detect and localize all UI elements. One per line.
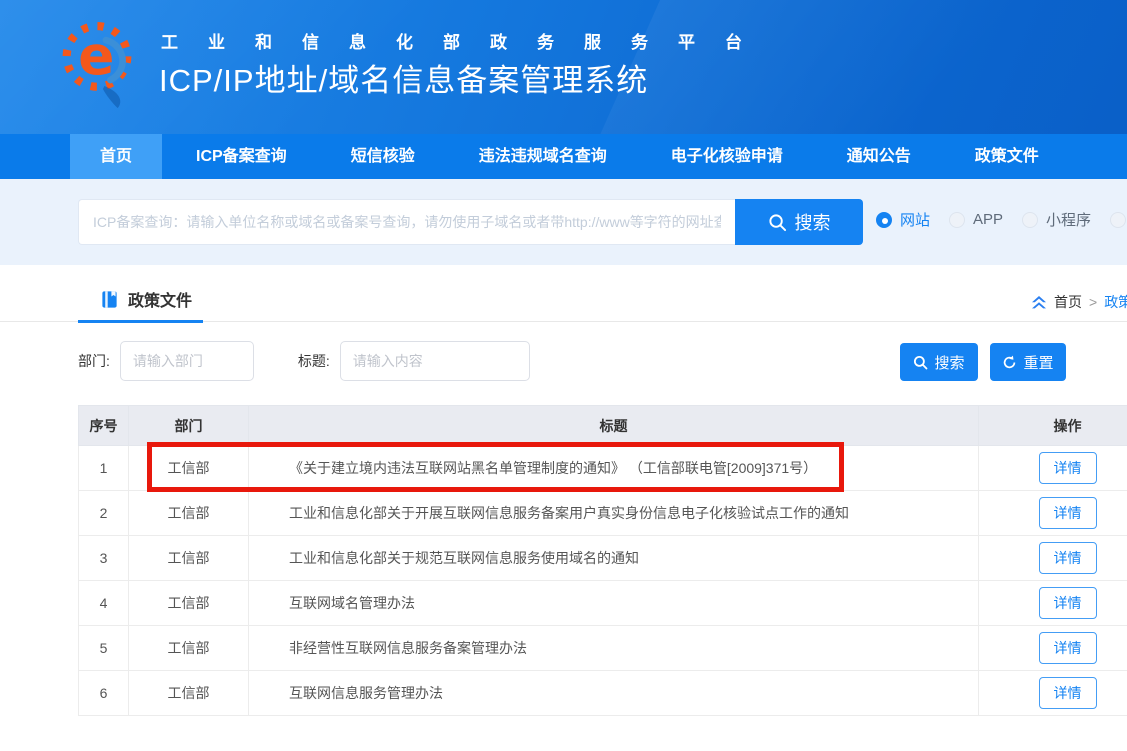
cell-dept: 工信部 [129,446,249,491]
dept-filter-label: 部门: [78,351,110,371]
title-filter-input[interactable] [340,341,530,381]
filter-toolbar: 部门: 标题: 搜索 重置 [78,341,1127,385]
filter-search-label: 搜索 [934,352,964,373]
radio-label: 网站 [900,209,930,230]
cell-action: 详情 [979,491,1127,536]
cell-dept: 工信部 [129,536,249,581]
svg-text:e: e [78,25,114,87]
cell-title: 《关于建立境内违法互联网站黑名单管理制度的通知》 （工信部联电管[2009]37… [249,446,979,491]
breadcrumb-home-link[interactable]: 首页 [1054,292,1082,312]
table-row: 4工信部互联网域名管理办法 详情 [79,581,1127,626]
nav-item-3[interactable]: 短信核验 [351,134,415,179]
active-tab-underline [78,320,203,323]
search-type-option-2[interactable]: APP [949,211,1003,228]
breadcrumb: 首页 > 政策文件 [1031,292,1127,312]
nav-item-2[interactable]: ICP备案查询 [196,134,287,179]
col-header-dept: 部门 [129,406,249,446]
breadcrumb-separator: > [1089,294,1097,310]
radio-label: 小程序 [1046,209,1091,230]
table-row: 5工信部非经营性互联网信息服务备案管理办法 详情 [79,626,1127,671]
search-type-option-4[interactable]: 快应用 [1110,209,1127,230]
col-header-title: 标题 [249,406,979,446]
miit-gear-logo-icon: e [60,17,134,115]
cell-no: 3 [79,536,129,581]
cell-dept: 工信部 [129,581,249,626]
site-header: e 工业和信息化部政务服务平台 ICP/IP地址/域名信息备案管理系统 [0,0,1127,134]
icp-search-input[interactable] [78,199,735,245]
cell-title: 非经营性互联网信息服务备案管理办法 [249,626,979,671]
cell-action: 详情 [979,581,1127,626]
detail-button[interactable]: 详情 [1039,497,1097,529]
filter-reset-button[interactable]: 重置 [990,343,1066,381]
search-type-radios: 网站 APP 小程序 快应用 [876,209,1127,230]
cell-title: 互联网信息服务管理办法 [249,671,979,716]
filter-search-button[interactable]: 搜索 [900,343,978,381]
cell-action: 详情 [979,671,1127,716]
cell-title: 互联网域名管理办法 [249,581,979,626]
policy-table: 序号 部门 标题 操作 1工信部《关于建立境内违法互联网站黑名单管理制度的通知》… [78,405,1127,716]
section-bar: 政策文件 首页 > 政策文件 [0,281,1127,322]
tab-policy-files[interactable]: 政策文件 [78,287,200,311]
radio-icon[interactable] [876,212,892,228]
nav-item-6[interactable]: 通知公告 [847,134,911,179]
search-type-option-3[interactable]: 小程序 [1022,209,1091,230]
detail-button[interactable]: 详情 [1039,542,1097,574]
nav-item-7[interactable]: 政策文件 [975,134,1039,179]
detail-button[interactable]: 详情 [1039,452,1097,484]
table-header-row: 序号 部门 标题 操作 [79,406,1127,446]
dept-filter-input[interactable] [120,341,254,381]
cell-title: 工业和信息化部关于规范互联网信息服务使用域名的通知 [249,536,979,581]
col-header-action: 操作 [979,406,1127,446]
detail-button[interactable]: 详情 [1039,587,1097,619]
nav-item-4[interactable]: 违法违规域名查询 [479,134,607,179]
breadcrumb-current: 政策文件 [1104,292,1127,312]
col-header-no: 序号 [79,406,129,446]
page: e 工业和信息化部政务服务平台 ICP/IP地址/域名信息备案管理系统 首页 IC… [0,0,1127,751]
nav-item-5[interactable]: 电子化核验申请 [671,134,783,179]
cell-no: 6 [79,671,129,716]
table-row: 2工信部工业和信息化部关于开展互联网信息服务备案用户真实身份信息电子化核验试点工… [79,491,1127,536]
radio-icon[interactable] [1110,212,1126,228]
reset-refresh-icon [1002,355,1017,370]
cell-action: 详情 [979,446,1127,491]
cell-no: 5 [79,626,129,671]
cell-no: 1 [79,446,129,491]
table-row: 1工信部《关于建立境内违法互联网站黑名单管理制度的通知》 （工信部联电管[200… [79,446,1127,491]
document-book-icon [100,290,119,309]
radio-icon[interactable] [1022,212,1038,228]
cell-dept: 工信部 [129,491,249,536]
cell-action: 详情 [979,626,1127,671]
detail-button[interactable]: 详情 [1039,632,1097,664]
cell-no: 2 [79,491,129,536]
icp-search-band: 搜索 网站 APP 小程序 快应用 [0,179,1127,265]
icp-search-button[interactable]: 搜索 [735,199,863,245]
radio-icon[interactable] [949,212,965,228]
nav-item-1[interactable]: 首页 [70,134,162,179]
home-icon [1031,295,1047,310]
table-row: 6工信部互联网信息服务管理办法 详情 [79,671,1127,716]
cell-dept: 工信部 [129,671,249,716]
search-type-option-1[interactable]: 网站 [876,209,930,230]
search-icon [913,355,928,370]
system-title: ICP/IP地址/域名信息备案管理系统 [159,55,648,100]
table-row: 3工信部工业和信息化部关于规范互联网信息服务使用域名的通知 详情 [79,536,1127,581]
main-nav: 首页 ICP备案查询 短信核验 违法违规域名查询 电子化核验申请 通知公告 政策文件 [0,134,1127,179]
search-icon [768,213,787,232]
section-title: 政策文件 [128,287,192,311]
filter-reset-label: 重置 [1023,352,1053,373]
cell-no: 4 [79,581,129,626]
cell-dept: 工信部 [129,626,249,671]
icp-search-button-label: 搜索 [795,209,831,235]
cell-title: 工业和信息化部关于开展互联网信息服务备案用户真实身份信息电子化核验试点工作的通知 [249,491,979,536]
cell-action: 详情 [979,536,1127,581]
platform-name: 工业和信息化部政务服务平台 [161,28,772,53]
title-filter-label: 标题: [298,351,330,371]
detail-button[interactable]: 详情 [1039,677,1097,709]
radio-label: APP [973,211,1003,228]
